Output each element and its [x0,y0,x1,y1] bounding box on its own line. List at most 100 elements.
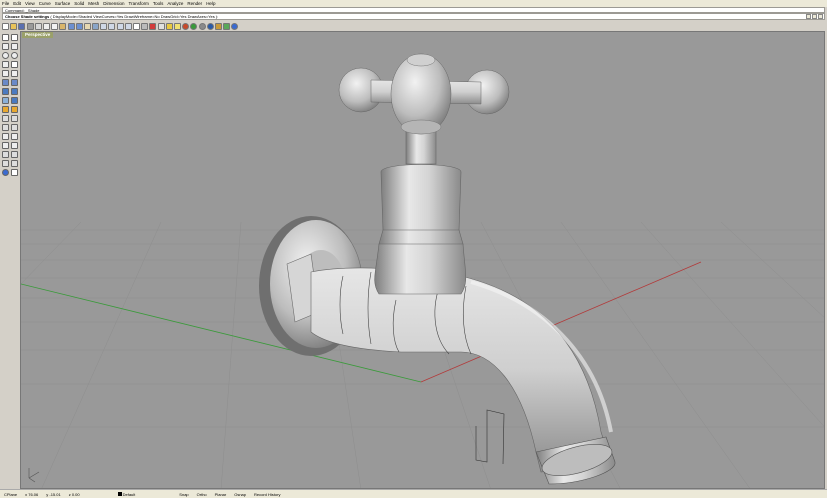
undo-icon[interactable] [67,22,75,30]
menu-curve[interactable]: Curve [37,0,53,7]
material-icon[interactable] [198,22,206,30]
menu-surface[interactable]: Surface [53,0,73,7]
extrude-icon[interactable] [2,106,9,113]
properties-icon[interactable] [157,22,165,30]
move-icon[interactable] [2,115,9,122]
circle-icon[interactable] [2,52,9,59]
menu-view[interactable]: View [23,0,37,7]
rotate-icon[interactable] [92,22,100,30]
arc-icon[interactable] [2,61,9,68]
menu-render[interactable]: Render [185,0,204,7]
print-icon[interactable] [26,22,34,30]
ortho-toggle[interactable]: Ortho [193,491,211,498]
minimize-icon[interactable] [806,14,811,19]
mirror-icon[interactable] [11,151,18,158]
restore-icon[interactable] [812,14,817,19]
sketch-curve[interactable] [475,409,505,465]
menu-transform[interactable]: Transform [127,0,151,7]
scale-icon[interactable] [11,124,18,131]
select-icon[interactable] [2,34,9,41]
layer-icon[interactable] [149,22,157,30]
menu-help[interactable]: Help [204,0,217,7]
layer-color-swatch [117,492,122,497]
analyze-icon[interactable] [2,160,9,167]
paste-icon[interactable] [59,22,67,30]
main-toolbar [2,33,19,176]
surface-tools-icon[interactable] [11,79,18,86]
menu-solid[interactable]: Solid [72,0,86,7]
grid-icon[interactable] [141,22,149,30]
explode-icon[interactable] [11,142,18,149]
sphere-icon[interactable] [206,22,214,30]
menu-bar: File Edit View Curve Surface Solid Mesh … [0,0,827,7]
viewport-canvas [21,53,824,488]
dimension-icon[interactable] [11,160,18,167]
world-axes-icon [28,468,40,483]
text-icon[interactable] [11,169,18,176]
command-line[interactable]: Choose Shade settings ( DisplayMode=Shad… [2,13,825,20]
rectangle-icon[interactable] [11,61,18,68]
import-icon[interactable] [34,22,42,30]
line-icon[interactable] [2,43,9,50]
planar-toggle[interactable]: Planar [211,491,231,498]
menu-edit[interactable]: Edit [11,0,23,7]
current-layer[interactable]: Default [114,491,140,498]
mesh-icon[interactable] [2,97,9,104]
window-buttons [806,14,823,19]
cplane-label: CPlane [4,491,18,497]
render-preview-icon[interactable] [2,169,9,176]
trim-icon[interactable] [2,133,9,140]
render-icon[interactable] [190,22,198,30]
cut-icon[interactable] [42,22,50,30]
menu-analyze[interactable]: Analyze [165,0,185,7]
options-icon[interactable] [223,22,231,30]
polyline-icon[interactable] [11,43,18,50]
freeform-curve-icon[interactable] [11,70,18,77]
perspective-viewport[interactable]: Perspective [20,31,825,489]
box-icon[interactable] [2,88,9,95]
z-coordinate: z 0.00 [68,491,80,497]
zoom-selected-icon[interactable] [124,22,132,30]
menu-dimension[interactable]: Dimension [101,0,126,7]
zoom-extents-icon[interactable] [116,22,124,30]
solid-tools-icon[interactable] [11,88,18,95]
split-icon[interactable] [11,133,18,140]
join-icon[interactable] [2,142,9,149]
copy-icon[interactable] [51,22,59,30]
save-icon[interactable] [18,22,26,30]
shade-icon[interactable] [182,22,190,30]
pan-icon[interactable] [83,22,91,30]
curve-icon[interactable] [2,70,9,77]
array-icon[interactable] [2,151,9,158]
command-options[interactable]: ( DisplayMode=Shaded ViewCurves=Yes Draw… [50,14,218,19]
help-icon[interactable] [231,22,239,30]
object-snap-icon[interactable] [165,22,173,30]
close-icon[interactable] [818,14,823,19]
menu-mesh[interactable]: Mesh [86,0,101,7]
viewport-label[interactable]: Perspective [22,32,54,38]
zoom-window-icon[interactable] [108,22,116,30]
light-icon[interactable] [173,22,181,30]
point-icon[interactable] [11,34,18,41]
layer-name: Default [122,491,136,497]
zoom-icon[interactable] [100,22,108,30]
boolean-icon[interactable] [11,97,18,104]
rotate-object-icon[interactable] [2,124,9,131]
ellipse-icon[interactable] [11,52,18,59]
record-history-toggle[interactable]: Record History [250,491,284,498]
copy-object-icon[interactable] [11,115,18,122]
new-icon[interactable] [2,22,9,30]
menu-file[interactable]: File [0,0,11,7]
surface-icon[interactable] [2,79,9,86]
snap-toggle[interactable]: Snap [175,491,192,498]
menu-tools[interactable]: Tools [151,0,166,7]
four-view-icon[interactable] [133,22,140,30]
redo-icon[interactable] [75,22,83,30]
x-coordinate: x 76.06 [25,491,39,497]
open-icon[interactable] [10,22,18,30]
osnap-toggle[interactable]: Osnap [230,491,250,498]
fillet-icon[interactable] [11,106,18,113]
faucet-model[interactable] [259,53,616,485]
environment-icon[interactable] [214,22,222,30]
standard-toolbar [2,21,239,31]
